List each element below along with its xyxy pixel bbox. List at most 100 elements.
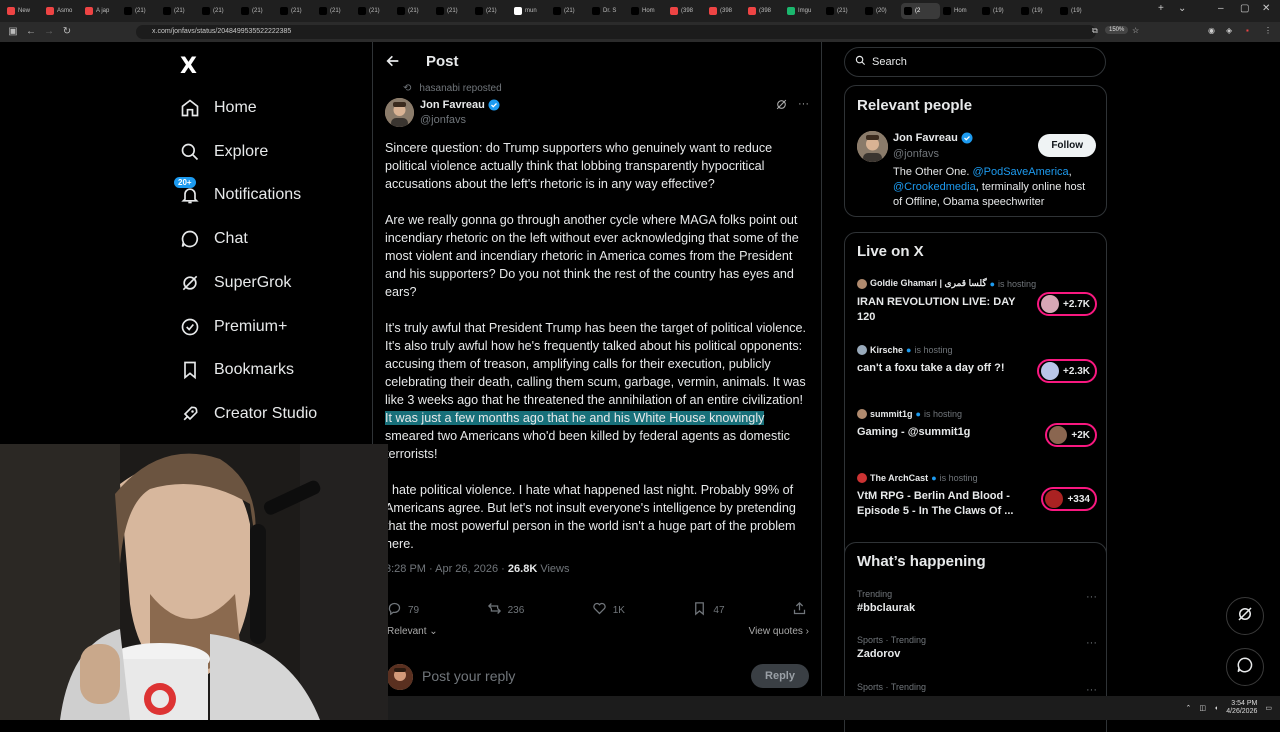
- translate-icon[interactable]: ⧉: [1092, 26, 1098, 36]
- url-field[interactable]: x.com/jonfavs/status/2048499535522222385: [136, 25, 1096, 39]
- browser-tab[interactable]: (21): [121, 3, 160, 19]
- tray-chevron-icon[interactable]: ⌃: [1185, 704, 1191, 712]
- sidebar-item-supergrok[interactable]: SuperGrok: [180, 273, 291, 293]
- grok-explain-icon[interactable]: [775, 98, 788, 114]
- sidebar-item-home[interactable]: Home: [180, 98, 257, 118]
- browser-tab[interactable]: (398: [706, 3, 745, 19]
- bio-link[interactable]: @PodSaveAmerica: [972, 166, 1068, 178]
- sidebar-item-creator-studio[interactable]: Creator Studio: [180, 404, 317, 424]
- live-item[interactable]: summit1g ● is hosting Gaming - @summit1g +…: [857, 409, 1097, 447]
- reply-action[interactable]: 79: [387, 601, 419, 619]
- sidebar-item-bookmarks[interactable]: Bookmarks: [180, 360, 294, 380]
- person-avatar[interactable]: [857, 131, 888, 162]
- browser-tab[interactable]: (21): [160, 3, 199, 19]
- browser-tab[interactable]: A jap: [82, 3, 121, 19]
- more-options-icon[interactable]: ···: [798, 98, 809, 114]
- browser-tab[interactable]: Hom: [628, 3, 667, 19]
- sidebar-item-premium[interactable]: Premium+: [180, 317, 287, 337]
- live-item[interactable]: Goldie Ghamari | گلسا قمری ● is hosting IR…: [857, 278, 1097, 325]
- browser-tab[interactable]: (2: [901, 3, 940, 19]
- sidebar-item-notifications[interactable]: 20+ Notifications: [174, 177, 301, 205]
- browser-tab[interactable]: (21): [550, 3, 589, 19]
- browser-tab[interactable]: (19): [1057, 3, 1096, 19]
- menu-icon[interactable]: ⋮: [1264, 26, 1272, 35]
- follow-button[interactable]: Follow: [1038, 134, 1096, 157]
- grok-button[interactable]: [1226, 597, 1264, 635]
- browser-tab[interactable]: (21): [277, 3, 316, 19]
- profile-icon[interactable]: ◉: [1208, 26, 1215, 35]
- browser-tab[interactable]: (21): [355, 3, 394, 19]
- view-quotes-link[interactable]: View quotes ›: [749, 626, 809, 637]
- sort-dropdown[interactable]: Relevant ⌄: [387, 626, 438, 637]
- back-icon[interactable]: ←: [22, 26, 40, 37]
- more-options-icon[interactable]: ···: [1086, 591, 1097, 603]
- browser-tab[interactable]: (21): [823, 3, 862, 19]
- maximize-button[interactable]: ▢: [1240, 3, 1249, 14]
- more-options-icon[interactable]: ···: [1086, 684, 1097, 696]
- trend-item[interactable]: Sports · Trending Zadorov ···: [857, 635, 1097, 660]
- browser-tab[interactable]: New: [4, 3, 43, 19]
- messages-button[interactable]: [1226, 648, 1264, 686]
- reply-button[interactable]: Reply: [751, 664, 809, 688]
- author-handle[interactable]: @jonfavs: [420, 114, 466, 126]
- hosting-status: is hosting: [939, 473, 978, 483]
- browser-tab[interactable]: (20): [862, 3, 901, 19]
- browser-tab[interactable]: (398: [667, 3, 706, 19]
- browser-tab[interactable]: Dr. S: [589, 3, 628, 19]
- browser-tab[interactable]: (19): [979, 3, 1018, 19]
- network-icon[interactable]: ◫: [1199, 704, 1206, 712]
- live-item[interactable]: The ArchCast ● is hosting VtM RPG - Berlin…: [857, 473, 1097, 519]
- browser-tab[interactable]: (21): [316, 3, 355, 19]
- author-avatar[interactable]: [385, 98, 414, 127]
- sidebar-item-chat[interactable]: Chat: [180, 229, 248, 249]
- share-action[interactable]: [792, 601, 807, 619]
- extensions-icon[interactable]: ◈: [1226, 26, 1232, 35]
- browser-tab[interactable]: (398: [745, 3, 784, 19]
- tab-favicon-icon: [241, 7, 249, 15]
- browser-tab[interactable]: (21): [472, 3, 511, 19]
- minimize-button[interactable]: –: [1218, 3, 1224, 14]
- reload-icon[interactable]: ↻: [58, 26, 76, 37]
- back-arrow-icon[interactable]: [385, 53, 401, 74]
- post-timestamp[interactable]: 3:28 PM · Apr 26, 2026 ·: [385, 563, 508, 575]
- forward-icon[interactable]: →: [40, 26, 58, 37]
- verified-badge-icon: ●: [915, 409, 921, 419]
- trend-item[interactable]: Trending #bbclaurak ···: [857, 589, 1097, 614]
- bio-link[interactable]: @Crookedmedia: [893, 181, 976, 193]
- sidebar-item-explore[interactable]: Explore: [180, 142, 268, 162]
- volume-icon[interactable]: ◖: [1214, 705, 1218, 712]
- browser-tab[interactable]: Imgu: [784, 3, 823, 19]
- live-item[interactable]: Kirsche ● is hosting can't a foxu take a d…: [857, 345, 1097, 383]
- zoom-indicator[interactable]: 150%: [1105, 26, 1129, 34]
- browser-tab[interactable]: (19): [1018, 3, 1057, 19]
- browser-tab[interactable]: (21): [199, 3, 238, 19]
- notification-center-icon[interactable]: ▭: [1265, 704, 1272, 712]
- reply-input[interactable]: Post your reply: [422, 668, 515, 684]
- tab-list-chevron-icon[interactable]: ⌄: [1178, 3, 1186, 14]
- trend-item[interactable]: Sports · Trending ···: [857, 682, 1097, 696]
- person-name[interactable]: Jon Favreau: [893, 132, 973, 144]
- reposted-by-text[interactable]: hasanabi reposted: [419, 83, 501, 94]
- post-metadata: 3:28 PM · Apr 26, 2026 · 26.8K Views: [385, 563, 569, 575]
- browser-tab[interactable]: Asmo: [43, 3, 82, 19]
- like-action[interactable]: 1K: [592, 601, 625, 619]
- bookmark-action[interactable]: 47: [692, 601, 725, 619]
- author-name[interactable]: Jon Favreau: [420, 99, 500, 111]
- clock[interactable]: 3:54 PM 4/26/2026: [1226, 700, 1257, 716]
- extension-badge-icon[interactable]: ▪: [1246, 26, 1249, 35]
- star-icon[interactable]: ☆: [1132, 26, 1139, 35]
- browser-tab[interactable]: (21): [433, 3, 472, 19]
- more-options-icon[interactable]: ···: [1086, 637, 1097, 649]
- new-tab-button[interactable]: +: [1158, 3, 1164, 14]
- repost-action[interactable]: 236: [487, 601, 524, 619]
- x-logo[interactable]: X: [180, 54, 197, 79]
- browser-tab[interactable]: (21): [394, 3, 433, 19]
- sidebar-toggle-icon[interactable]: ▣: [4, 26, 22, 37]
- browser-tab[interactable]: Hom: [940, 3, 979, 19]
- host-avatar: [857, 278, 867, 289]
- browser-tab[interactable]: (21): [238, 3, 277, 19]
- close-window-button[interactable]: ✕: [1262, 3, 1270, 14]
- search-input[interactable]: Search: [844, 47, 1106, 77]
- browser-tab[interactable]: mun: [511, 3, 550, 19]
- user-avatar[interactable]: [387, 664, 413, 690]
